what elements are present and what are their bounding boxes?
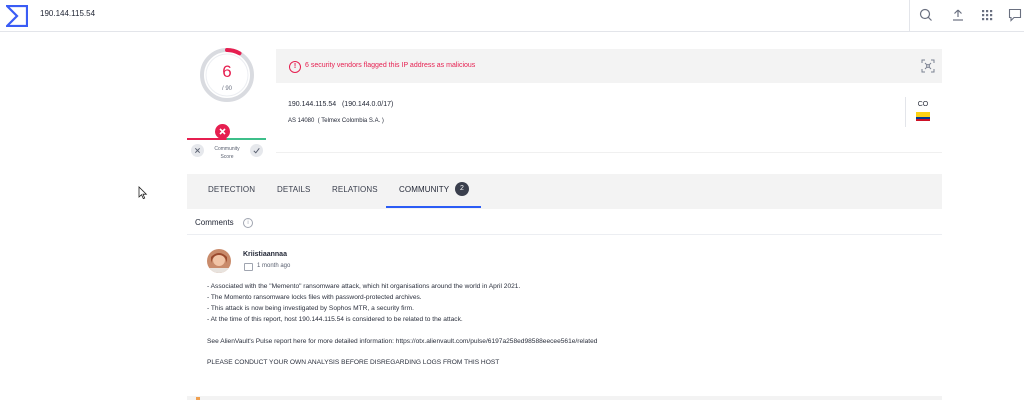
alert-icon: ! [289,61,301,73]
comment-line: - Associated with the "Memento" ransomwa… [207,283,521,290]
info-icon[interactable]: i [243,218,253,228]
upload-icon[interactable] [950,7,966,23]
comments-heading: Comments [195,218,234,227]
alert-text: 6 security vendors flagged this IP addre… [305,62,476,69]
tab-relations[interactable]: RELATIONS [332,185,378,194]
tab-community[interactable]: COMMUNITY [399,185,449,194]
comment-line: - At the time of this report, host 190.1… [207,316,463,323]
vote-harmless-button[interactable] [250,144,263,157]
community-count-badge: 2 [455,182,469,196]
comment-line: - The Momento ransomware locks files wit… [207,294,422,301]
virustotal-logo-icon[interactable] [6,5,28,27]
calendar-icon [244,263,253,271]
community-score-label: Community Score [214,146,240,160]
comment-author[interactable]: Kriistiaannaa [243,251,287,258]
search-icon[interactable] [918,7,934,23]
comment-line: - This attack is now being investigated … [207,305,414,312]
next-comment-edge [187,396,942,400]
graph-expand-icon[interactable] [921,59,935,73]
avatar[interactable] [207,249,231,273]
tab-detection[interactable]: DETECTION [208,185,255,194]
comment-time: 1 month ago [257,263,291,269]
search-input[interactable] [40,9,900,18]
country-divider [905,97,906,127]
country-code: CO [917,101,929,108]
active-tab-indicator [386,206,481,208]
tab-details[interactable]: DETAILS [277,185,310,194]
toolbar-divider [909,0,910,31]
comment-line: PLEASE CONDUCT YOUR OWN ANALYSIS BEFORE … [207,359,500,366]
comments-divider [187,234,942,235]
comment-link-line[interactable]: See AlienVault's Pulse report here for m… [207,338,597,345]
chat-icon[interactable] [1007,7,1023,23]
colombia-flag-icon [916,112,930,121]
detection-count: 6 [222,62,232,81]
community-score-indicator-icon [215,124,230,139]
as-owner: AS 14080 ( Telmex Colombia S.A. ) [288,118,384,124]
ip-address-range: 190.144.115.54 (190.144.0.0/17) [288,101,394,108]
apps-grid-icon[interactable] [979,7,995,23]
vote-harmful-button[interactable] [191,144,204,157]
detection-total: / 90 [221,86,232,92]
mouse-cursor-icon [138,186,148,200]
